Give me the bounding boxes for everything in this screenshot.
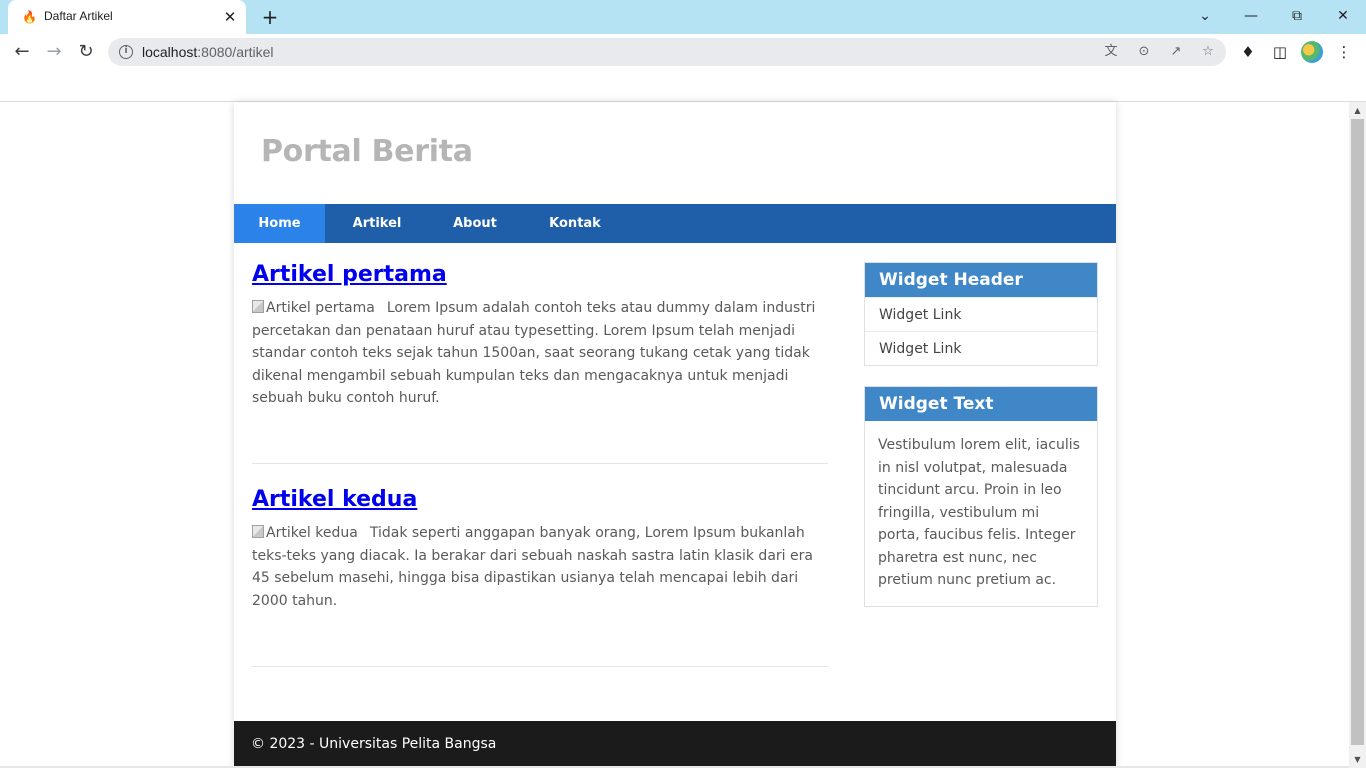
sidebar: Widget Header Widget Link Widget Link Wi… bbox=[864, 262, 1098, 607]
article-title-link[interactable]: Artikel kedua bbox=[252, 487, 828, 512]
article-title-link[interactable]: Artikel pertama bbox=[252, 262, 828, 287]
main-nav: Home Artikel About Kontak bbox=[234, 204, 1116, 243]
scroll-up-arrow-icon[interactable]: ▲ bbox=[1349, 102, 1366, 119]
widget-text: Widget Text Vestibulum lorem elit, iacul… bbox=[864, 386, 1098, 607]
widget-header: Widget Header bbox=[865, 263, 1097, 297]
tab-title: Daftar Artikel bbox=[44, 9, 113, 23]
article-divider bbox=[252, 463, 828, 464]
scroll-down-arrow-icon[interactable]: ▼ bbox=[1349, 751, 1366, 768]
minimize-icon[interactable]: — bbox=[1237, 4, 1265, 28]
reload-icon[interactable]: ↻ bbox=[74, 40, 98, 64]
site-container: Portal Berita Home Artikel About Kontak … bbox=[234, 102, 1116, 768]
forward-arrow-icon[interactable]: → bbox=[42, 40, 66, 64]
tab-close-icon[interactable]: ✕ bbox=[220, 7, 240, 27]
site-footer: © 2023 - Universitas Pelita Bangsa bbox=[234, 721, 1116, 768]
browser-toolbar: ← → ↻ i localhost:8080/artikel 文 ⊙ ↗ ☆ ♦… bbox=[0, 34, 1366, 70]
widget-link[interactable]: Widget Link bbox=[865, 297, 1097, 331]
info-icon[interactable]: i bbox=[119, 45, 133, 59]
widget-links: Widget Header Widget Link Widget Link bbox=[864, 262, 1098, 366]
site-title: Portal Berita bbox=[261, 134, 473, 169]
nav-about[interactable]: About bbox=[435, 204, 515, 243]
url-text[interactable]: localhost:8080/artikel bbox=[142, 44, 274, 60]
browser-tab[interactable]: 🔥 Daftar Artikel ✕ bbox=[8, 0, 246, 34]
browser-tabstrip: 🔥 Daftar Artikel ✕ + ⌄ — ⧉ ✕ bbox=[0, 0, 1366, 34]
nav-kontak[interactable]: Kontak bbox=[535, 204, 615, 243]
kebab-menu-icon[interactable]: ⋮ bbox=[1334, 42, 1354, 62]
article-divider bbox=[252, 666, 828, 667]
widget-link[interactable]: Widget Link bbox=[865, 331, 1097, 365]
nav-home[interactable]: Home bbox=[234, 204, 325, 243]
share-icon[interactable]: ↗ bbox=[1167, 43, 1185, 61]
article-image: Artikel pertama bbox=[252, 297, 375, 320]
article-body: Artikel pertama Lorem Ipsum adalah contoh… bbox=[252, 297, 828, 410]
scroll-thumb[interactable] bbox=[1351, 119, 1364, 745]
widget-header: Widget Text bbox=[865, 387, 1097, 421]
translate-icon[interactable]: 文 bbox=[1102, 43, 1120, 61]
new-tab-button[interactable]: + bbox=[258, 6, 282, 28]
fire-icon: 🔥 bbox=[22, 10, 37, 24]
restore-icon[interactable]: ⧉ bbox=[1283, 4, 1311, 28]
article-list: Artikel pertama Artikel pertama Lorem Ips… bbox=[252, 262, 828, 712]
close-icon[interactable]: ✕ bbox=[1329, 4, 1357, 28]
puzzle-icon[interactable]: ♦ bbox=[1238, 42, 1258, 62]
footer-copyright: © 2023 - Universitas Pelita Bangsa bbox=[251, 736, 497, 752]
page-scrollbar[interactable]: ▲ ▼ bbox=[1349, 102, 1366, 768]
chevron-down-icon[interactable]: ⌄ bbox=[1191, 4, 1219, 28]
profile-avatar[interactable] bbox=[1301, 41, 1323, 63]
zoom-out-icon[interactable]: ⊙ bbox=[1135, 43, 1153, 61]
site-header: Portal Berita bbox=[234, 102, 1116, 204]
url-path: :8080/artikel bbox=[197, 44, 274, 60]
star-icon[interactable]: ☆ bbox=[1199, 43, 1217, 61]
article-item: Artikel kedua Artikel kedua Tidak seperti… bbox=[252, 487, 828, 712]
side-panel-icon[interactable]: ◫ bbox=[1270, 42, 1290, 62]
address-bar[interactable]: i localhost:8080/artikel 文 ⊙ ↗ ☆ bbox=[108, 38, 1226, 66]
article-item: Artikel pertama Artikel pertama Lorem Ips… bbox=[252, 262, 828, 487]
url-host: localhost bbox=[142, 44, 198, 60]
article-image: Artikel kedua bbox=[252, 522, 358, 545]
widget-text-body: Vestibulum lorem elit, iaculis in nisl v… bbox=[878, 437, 1080, 588]
nav-artikel[interactable]: Artikel bbox=[337, 204, 417, 243]
article-body: Artikel kedua Tidak seperti anggapan bany… bbox=[252, 522, 828, 612]
back-arrow-icon[interactable]: ← bbox=[10, 40, 34, 64]
